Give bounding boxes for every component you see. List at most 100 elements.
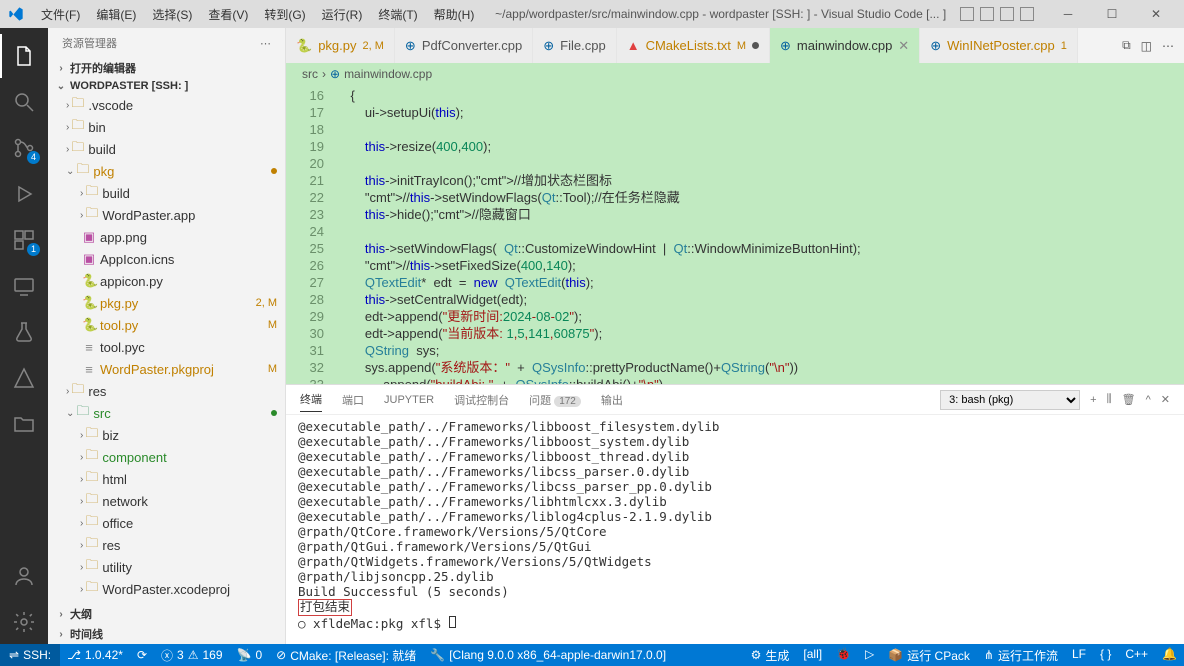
- tab-WinINetPoster.cpp[interactable]: ⊕WinINetPoster.cpp1: [920, 28, 1078, 63]
- account-icon[interactable]: [0, 554, 48, 598]
- file-tool.pyc[interactable]: ≡tool.pyc: [48, 336, 285, 358]
- folder-bin[interactable]: ›🗀bin: [48, 116, 285, 138]
- terminal-output[interactable]: @executable_path/../Frameworks/libboost_…: [286, 415, 1184, 644]
- menu-file[interactable]: 文件(F): [34, 3, 87, 26]
- menu-goto[interactable]: 转到(G): [257, 3, 312, 26]
- more-icon[interactable]: ⋯: [260, 37, 271, 50]
- folder-.vscode[interactable]: ›🗀.vscode: [48, 94, 285, 116]
- split-terminal-icon[interactable]: ⫼: [1107, 393, 1112, 406]
- file-WordPaster.pkgproj[interactable]: ≡WordPaster.pkgprojM: [48, 358, 285, 380]
- branch-status[interactable]: ⎇ 1.0.42*: [60, 644, 130, 666]
- test-icon[interactable]: [0, 310, 48, 354]
- scm-badge: 4: [27, 151, 40, 164]
- menu-view[interactable]: 查看(V): [201, 3, 255, 26]
- outline-section[interactable]: ›大纲: [48, 604, 285, 624]
- ports-status[interactable]: 📡 0: [230, 644, 270, 666]
- sync-status[interactable]: ⟳: [130, 644, 154, 666]
- output-tab[interactable]: 输出: [601, 388, 623, 412]
- breadcrumb-folder[interactable]: src: [302, 67, 318, 81]
- open-editors-section[interactable]: ›打开的编辑器: [48, 58, 285, 78]
- activity-bar: 4 1: [0, 28, 48, 644]
- language-status[interactable]: C++: [1118, 647, 1155, 661]
- terminal-selector[interactable]: 3: bash (pkg): [940, 390, 1080, 410]
- menu-select[interactable]: 选择(S): [145, 3, 199, 26]
- folder-build[interactable]: ›🗀build: [48, 138, 285, 160]
- folder-build[interactable]: ›🗀build: [48, 182, 285, 204]
- tab-PdfConverter.cpp[interactable]: ⊕PdfConverter.cpp: [395, 28, 533, 63]
- workflow-status[interactable]: ⋔ 运行工作流: [977, 647, 1065, 664]
- notifications-icon[interactable]: 🔔: [1155, 647, 1184, 661]
- folder-biz[interactable]: ›🗀biz: [48, 424, 285, 446]
- more-tabs-icon[interactable]: ⋯: [1162, 39, 1174, 53]
- terminal-tab[interactable]: 终端: [300, 387, 322, 412]
- debug-launch[interactable]: 🐞: [829, 647, 858, 661]
- cmake-status[interactable]: ⊘ CMake: [Release]: 就绪: [269, 644, 423, 666]
- open-editors-label: 打开的编辑器: [70, 60, 136, 76]
- timeline-section[interactable]: ›时间线: [48, 624, 285, 644]
- jupyter-tab[interactable]: JUPYTER: [384, 390, 434, 410]
- problems-tab[interactable]: 问题 172: [529, 388, 581, 412]
- eol-status[interactable]: LF: [1065, 647, 1093, 661]
- folder-res[interactable]: ›🗀res: [48, 534, 285, 556]
- remote-status[interactable]: ⇌ SSH:: [0, 644, 60, 666]
- folder-office[interactable]: ›🗀office: [48, 512, 285, 534]
- file-pkg.py[interactable]: 🐍pkg.py2, M: [48, 292, 285, 314]
- extensions-icon[interactable]: 1: [0, 218, 48, 262]
- debug-console-tab[interactable]: 调试控制台: [454, 388, 509, 412]
- remote-icon[interactable]: [0, 264, 48, 308]
- code-editor[interactable]: 161718192021222324252627282930313233 { u…: [286, 85, 1184, 384]
- kill-terminal-icon[interactable]: 🗑: [1122, 393, 1136, 406]
- folder-WordPaster.app[interactable]: ›🗀WordPaster.app: [48, 204, 285, 226]
- cpack-status[interactable]: 📦 运行 CPack: [881, 647, 977, 664]
- editor-tabs: 🐍pkg.py2, M⊕PdfConverter.cpp⊕File.cpp▲CM…: [286, 28, 1184, 63]
- new-terminal-icon[interactable]: +: [1090, 394, 1096, 406]
- cmake-icon[interactable]: [0, 356, 48, 400]
- menu-edit[interactable]: 编辑(E): [89, 3, 143, 26]
- gear-icon[interactable]: [0, 600, 48, 644]
- folder-html[interactable]: ›🗀html: [48, 468, 285, 490]
- debug-icon[interactable]: [0, 172, 48, 216]
- layout-toggles[interactable]: [960, 7, 1034, 21]
- tab-File.cpp[interactable]: ⊕File.cpp: [533, 28, 616, 63]
- folder-network[interactable]: ›🗀network: [48, 490, 285, 512]
- minimize-button[interactable]: ─: [1046, 0, 1090, 28]
- file-tool.py[interactable]: 🐍tool.pyM: [48, 314, 285, 336]
- maximize-button[interactable]: ☐: [1090, 0, 1134, 28]
- compare-icon[interactable]: ⧉: [1122, 38, 1131, 53]
- vscode-icon: [8, 6, 24, 22]
- folder-component[interactable]: ›🗀component: [48, 446, 285, 468]
- tab-mainwindow.cpp[interactable]: ⊕mainwindow.cpp✕: [770, 28, 920, 63]
- split-editor-icon[interactable]: ◫: [1141, 39, 1152, 53]
- breadcrumb-file[interactable]: mainwindow.cpp: [344, 67, 432, 81]
- launch[interactable]: ▷: [858, 647, 881, 661]
- problems-status[interactable]: ⓧ 3 ⚠ 169: [154, 644, 230, 666]
- build-target[interactable]: [all]: [796, 647, 829, 661]
- close-panel-icon[interactable]: ✕: [1161, 393, 1170, 406]
- tab-pkg.py[interactable]: 🐍pkg.py2, M: [286, 28, 395, 63]
- workspace-section[interactable]: ⌄WORDPASTER [SSH: ]: [48, 78, 285, 94]
- tab-CMakeLists.txt[interactable]: ▲CMakeLists.txtM: [617, 28, 770, 63]
- file-AppIcon.icns[interactable]: ▣AppIcon.icns: [48, 248, 285, 270]
- menu-run[interactable]: 运行(R): [315, 3, 370, 26]
- folder-pkg[interactable]: ⌄🗀pkg: [48, 160, 285, 182]
- menu-help[interactable]: 帮助(H): [427, 3, 482, 26]
- file-appicon.py[interactable]: 🐍appicon.py: [48, 270, 285, 292]
- file-app.png[interactable]: ▣app.png: [48, 226, 285, 248]
- menu-terminal[interactable]: 终端(T): [371, 3, 424, 26]
- maximize-panel-icon[interactable]: ^: [1146, 394, 1151, 406]
- folder-icon[interactable]: [0, 402, 48, 446]
- breadcrumb[interactable]: src › ⊕ mainwindow.cpp: [286, 63, 1184, 85]
- build-status[interactable]: ⚙ 生成: [744, 647, 797, 664]
- folder-src[interactable]: ⌄🗀src: [48, 402, 285, 424]
- folder-WordPaster.xcodeproj[interactable]: ›🗀WordPaster.xcodeproj: [48, 578, 285, 600]
- encoding-status[interactable]: { }: [1093, 647, 1118, 661]
- explorer-icon[interactable]: [0, 34, 48, 78]
- scm-icon[interactable]: 4: [0, 126, 48, 170]
- kit-status[interactable]: 🔧 [Clang 9.0.0 x86_64-apple-darwin17.0.0…: [423, 644, 673, 666]
- ports-tab[interactable]: 端口: [342, 388, 364, 412]
- folder-res[interactable]: ›🗀res: [48, 380, 285, 402]
- folder-utility[interactable]: ›🗀utility: [48, 556, 285, 578]
- search-icon[interactable]: [0, 80, 48, 124]
- close-button[interactable]: ✕: [1134, 0, 1178, 28]
- timeline-label: 时间线: [70, 626, 103, 642]
